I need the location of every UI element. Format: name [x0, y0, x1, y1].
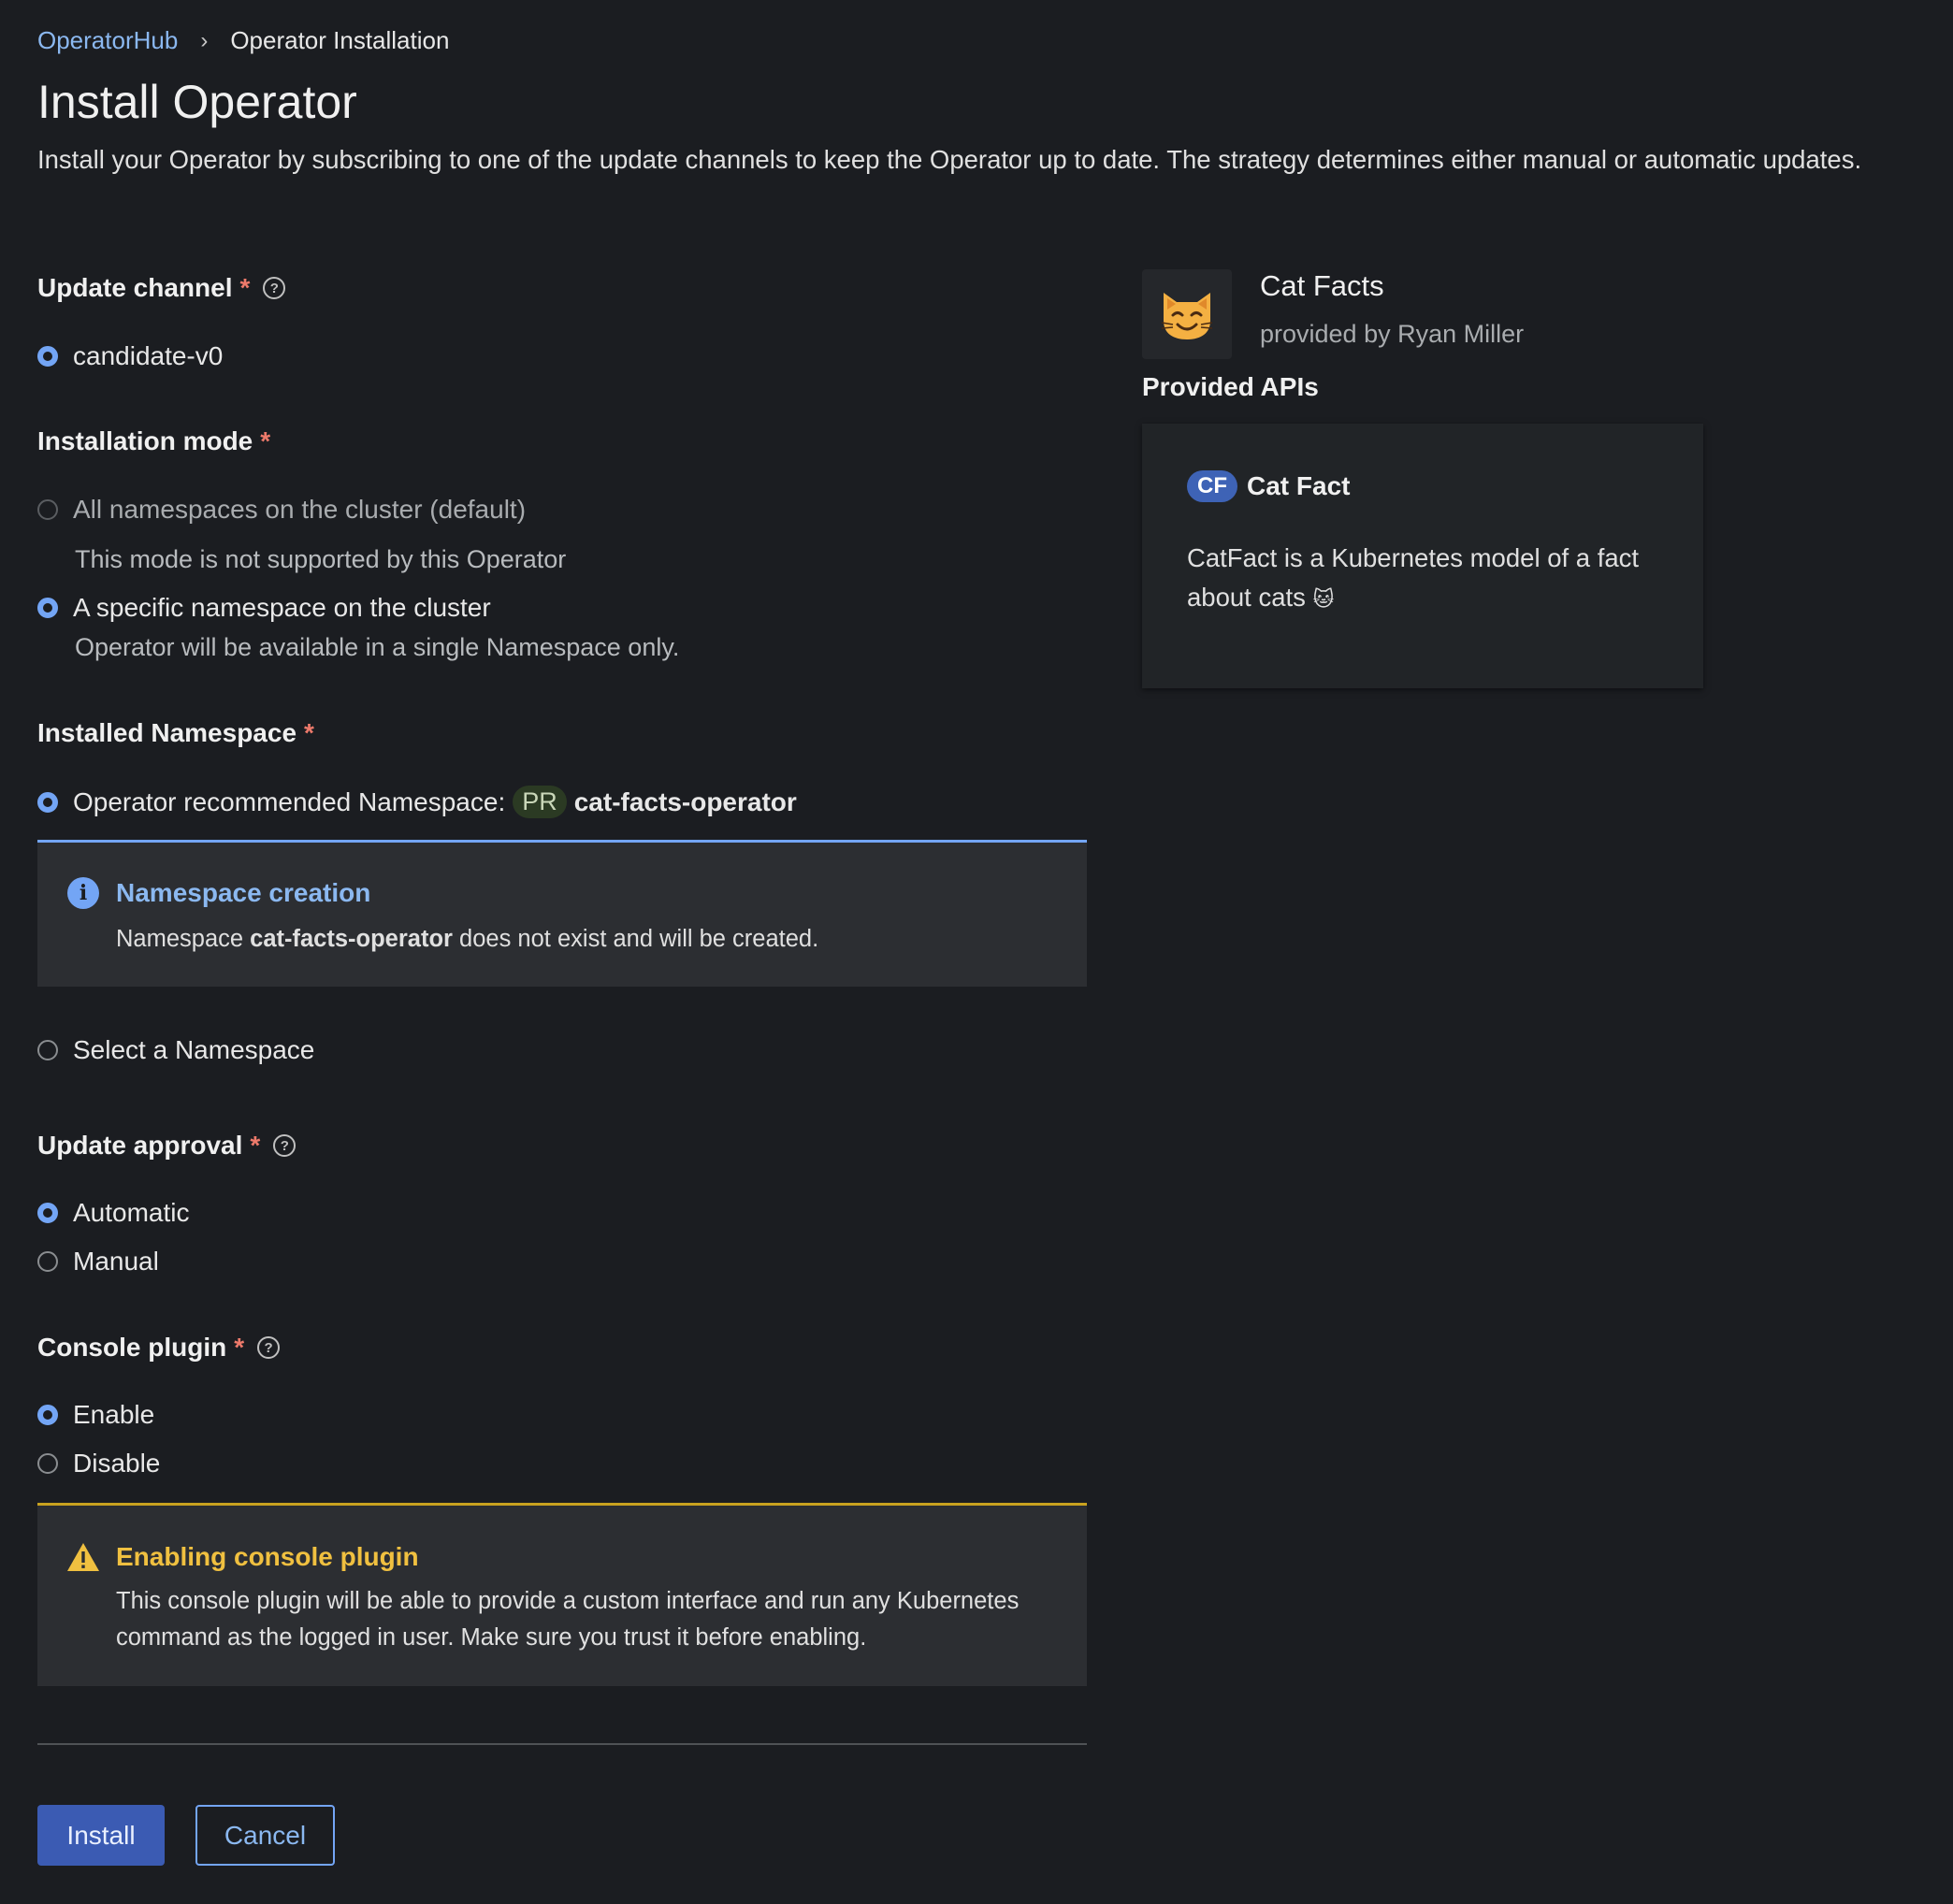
radio-label: Enable [73, 1400, 155, 1429]
help-icon[interactable]: ? [263, 277, 286, 299]
required-marker: * [234, 1333, 245, 1362]
breadcrumb-link-operatorhub[interactable]: OperatorHub [37, 26, 178, 55]
radio-manual[interactable] [37, 1251, 58, 1272]
radio-recommended-namespace[interactable] [37, 791, 58, 813]
operator-logo [1142, 269, 1232, 359]
warning-icon [67, 1543, 99, 1571]
update-channel-label: Update channel * ? [37, 273, 286, 303]
operator-name: Cat Facts [1260, 269, 1384, 302]
update-approval-label-text: Update approval [37, 1131, 243, 1160]
alert-body-line: command as the logged in user. Make sure… [116, 1624, 867, 1651]
alert-body-suffix: does not exist and will be created. [452, 926, 819, 952]
recommended-namespace-option[interactable]: Operator recommended Namespace: PR cat-f… [37, 786, 797, 818]
breadcrumb: OperatorHub › Operator Installation [37, 26, 449, 55]
radio-candidate-v0[interactable] [37, 346, 58, 367]
project-badge: PR [513, 786, 567, 818]
alert-body: This console plugin will be able to prov… [116, 1583, 1019, 1656]
update-approval-manual[interactable]: Manual [37, 1247, 159, 1277]
radio-label: candidate-v0 [73, 341, 224, 370]
api-description: CatFact is a Kubernetes model of a fact … [1187, 539, 1639, 619]
update-channel-option[interactable]: candidate-v0 [37, 341, 223, 371]
radio-label: Operator recommended Namespace: [73, 786, 506, 816]
installation-mode-helper-unsupported: This mode is not supported by this Opera… [75, 545, 567, 573]
radio-label: All namespaces on the cluster (default) [73, 495, 527, 524]
radio-all-namespaces[interactable] [37, 499, 58, 520]
console-plugin-disable[interactable]: Disable [37, 1449, 160, 1478]
console-plugin-label: Console plugin * ? [37, 1333, 281, 1363]
api-kind-badge: CF [1187, 470, 1237, 502]
page-description: Install your Operator by subscribing to … [37, 145, 1862, 174]
cat-emoji-icon: 🐱 [1312, 587, 1335, 611]
alert-title: Enabling console plugin [116, 1542, 419, 1571]
provided-apis-heading: Provided APIs [1142, 372, 1319, 401]
alert-body-prefix: Namespace [116, 926, 251, 952]
recommended-namespace-name: cat-facts-operator [573, 786, 797, 816]
install-button[interactable]: Install [37, 1805, 165, 1866]
radio-enable[interactable] [37, 1405, 58, 1425]
update-channel-label-text: Update channel [37, 273, 233, 302]
required-marker: * [304, 718, 314, 747]
form-divider [37, 1743, 1087, 1745]
info-icon: i [67, 877, 99, 909]
required-marker: * [260, 426, 271, 455]
radio-disable[interactable] [37, 1453, 58, 1474]
select-namespace-option[interactable]: Select a Namespace [37, 1035, 314, 1065]
provided-api-card[interactable]: CF Cat Fact CatFact is a Kubernetes mode… [1142, 424, 1703, 688]
api-card-header: CF Cat Fact [1187, 470, 1350, 502]
required-marker: * [250, 1131, 261, 1160]
radio-label: A specific namespace on the cluster [73, 593, 491, 622]
namespace-creation-alert: i Namespace creation Namespace cat-facts… [37, 840, 1087, 987]
page-title: Install Operator [37, 76, 357, 128]
update-approval-automatic[interactable]: Automatic [37, 1198, 190, 1228]
radio-label: Automatic [73, 1198, 190, 1227]
api-name[interactable]: Cat Fact [1247, 471, 1350, 501]
alert-body-namespace: cat-facts-operator [250, 926, 453, 952]
installation-mode-label: Installation mode * [37, 426, 270, 456]
cat-face-icon [1161, 293, 1213, 339]
radio-label: Disable [73, 1449, 161, 1478]
radio-automatic[interactable] [37, 1203, 58, 1223]
console-plugin-enable[interactable]: Enable [37, 1400, 154, 1430]
installed-namespace-label-text: Installed Namespace [37, 718, 297, 747]
alert-title: Namespace creation [116, 878, 371, 907]
radio-specific-namespace[interactable] [37, 598, 58, 618]
help-icon[interactable]: ? [273, 1134, 297, 1157]
installation-mode-helper-single: Operator will be available in a single N… [75, 633, 680, 661]
required-marker: * [239, 273, 251, 302]
console-plugin-warning-alert: Enabling console plugin This console plu… [37, 1503, 1087, 1686]
radio-select-namespace[interactable] [37, 1040, 58, 1060]
console-plugin-label-text: Console plugin [37, 1333, 227, 1362]
update-approval-label: Update approval * ? [37, 1131, 297, 1161]
api-description-line: about cats [1187, 583, 1306, 612]
help-icon[interactable]: ? [257, 1336, 281, 1359]
radio-label: Manual [73, 1247, 159, 1276]
installation-mode-all-namespaces[interactable]: All namespaces on the cluster (default) [37, 495, 526, 525]
api-description-line: CatFact is a Kubernetes model of a fact [1187, 543, 1640, 572]
alert-body: Namespace cat-facts-operator does not ex… [116, 921, 818, 958]
installation-mode-label-text: Installation mode [37, 426, 253, 455]
operator-provider: provided by Ryan Miller [1260, 320, 1525, 348]
cancel-button[interactable]: Cancel [195, 1805, 335, 1866]
installation-mode-specific-namespace[interactable]: A specific namespace on the cluster [37, 593, 491, 623]
breadcrumb-current: Operator Installation [230, 26, 450, 54]
alert-body-line: This console plugin will be able to prov… [116, 1588, 1020, 1614]
radio-label: Select a Namespace [73, 1035, 315, 1064]
chevron-right-icon: › [200, 27, 209, 53]
installed-namespace-label: Installed Namespace * [37, 718, 314, 748]
